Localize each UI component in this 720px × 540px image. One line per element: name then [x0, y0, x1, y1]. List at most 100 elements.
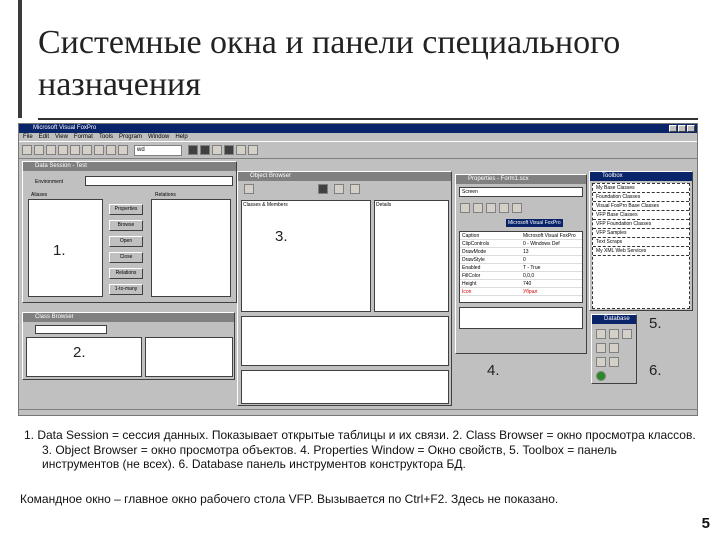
open-icon[interactable]: [34, 145, 44, 155]
standard-toolbar: wd: [19, 141, 697, 159]
form-icon[interactable]: [212, 145, 222, 155]
view-window-icon[interactable]: [200, 145, 210, 155]
toolbox-item[interactable]: VFP Foundation Classes: [593, 220, 689, 229]
property-grid[interactable]: Caption Microsoft Visual FoxPro ClipContr…: [459, 231, 583, 303]
toolbox-item[interactable]: My XML Web Services: [593, 247, 689, 256]
other-tab-icon[interactable]: [512, 203, 522, 213]
ob-classes-pane[interactable]: [241, 200, 371, 312]
close-table-button[interactable]: Close: [109, 252, 143, 263]
toolbox-item[interactable]: My Base Classes: [593, 184, 689, 193]
relations-list[interactable]: [151, 199, 231, 297]
ob-back-icon[interactable]: [318, 184, 328, 194]
object-combo[interactable]: Screen: [459, 187, 583, 197]
property-row[interactable]: Enabled T - True: [460, 264, 582, 272]
property-row[interactable]: DrawStyle 0: [460, 256, 582, 264]
toolbox-title: Toolbox: [590, 172, 692, 181]
menu-file[interactable]: File: [23, 133, 33, 141]
property-row[interactable]: Icon Убрал: [460, 288, 582, 296]
project-icon[interactable]: [224, 145, 234, 155]
session-combo[interactable]: [85, 176, 233, 186]
ob-status-pane[interactable]: [241, 370, 449, 404]
edit-procedures-icon[interactable]: [609, 357, 619, 367]
menu-view[interactable]: View: [55, 133, 68, 141]
menu-help[interactable]: Help: [175, 133, 187, 141]
toolbox-item[interactable]: VFP Base Classes: [593, 211, 689, 220]
print-icon[interactable]: [58, 145, 68, 155]
callout-3: 3.: [275, 228, 288, 245]
ob-forward-icon[interactable]: [334, 184, 344, 194]
menu-tools[interactable]: Tools: [99, 133, 113, 141]
minimize-button[interactable]: [669, 125, 677, 132]
property-row[interactable]: DrawMode 13: [460, 248, 582, 256]
app-titlebar: Microsoft Visual FoxPro: [19, 124, 697, 133]
object-browser-title: Object Browser: [238, 172, 451, 181]
title-accent-bar: [18, 0, 22, 118]
property-row[interactable]: Caption Microsoft Visual FoxPro: [460, 232, 582, 240]
callout-1: 1.: [53, 242, 66, 259]
new-view-icon[interactable]: [596, 343, 606, 353]
toolbox-item[interactable]: VFP Samples: [593, 229, 689, 238]
open-button[interactable]: Open: [109, 236, 143, 247]
page-number: 5: [701, 515, 710, 532]
new-icon[interactable]: [22, 145, 32, 155]
alias-label: Aliases: [31, 192, 48, 198]
ob-open-icon[interactable]: [244, 184, 254, 194]
slide-title: Системные окна и панели специального наз…: [38, 24, 621, 103]
ob-find-icon[interactable]: [350, 184, 360, 194]
toolbar-combo[interactable]: wd: [134, 144, 182, 156]
property-row[interactable]: FillColor 0,0,0: [460, 272, 582, 280]
all-tab-icon[interactable]: [460, 203, 470, 213]
ob-details-pane[interactable]: [374, 200, 449, 312]
toolbox-item[interactable]: Visual FoxPro Base Classes: [593, 202, 689, 211]
database-icon[interactable]: [236, 145, 246, 155]
browse-button[interactable]: Browse: [109, 220, 143, 231]
help-icon[interactable]: [248, 145, 258, 155]
browse-table-icon[interactable]: [596, 357, 606, 367]
modify-table-icon[interactable]: [609, 343, 619, 353]
menu-edit[interactable]: Edit: [39, 133, 49, 141]
menu-program[interactable]: Program: [119, 133, 142, 141]
save-icon[interactable]: [46, 145, 56, 155]
class-browser-combo[interactable]: [35, 325, 107, 334]
cut-icon[interactable]: [70, 145, 80, 155]
one-to-many-button[interactable]: 1-to-many: [109, 284, 143, 295]
toolbox-window: Toolbox My Base Classes Foundation Class…: [589, 171, 693, 311]
properties-window: Properties - Form1.scx Screen Microsoft …: [455, 174, 587, 354]
undo-icon[interactable]: [106, 145, 116, 155]
copy-icon[interactable]: [82, 145, 92, 155]
title-underline: [38, 118, 698, 120]
property-row[interactable]: Height 740: [460, 280, 582, 288]
command-window-icon[interactable]: [188, 145, 198, 155]
toolbox-item[interactable]: Foundation Classes: [593, 193, 689, 202]
slide-caption-command-window: Командное окно – главное окно рабочего с…: [20, 492, 559, 506]
ob-classes-header: Classes & Members: [243, 202, 288, 208]
ob-details-header: Details: [376, 202, 392, 208]
toolbox-item[interactable]: Text Scraps: [593, 238, 689, 247]
data-tab-icon[interactable]: [473, 203, 483, 213]
new-table-icon[interactable]: [596, 329, 606, 339]
remove-table-icon[interactable]: [622, 329, 632, 339]
properties-button[interactable]: Properties: [109, 204, 143, 215]
class-members-pane[interactable]: [145, 337, 233, 377]
menu-window[interactable]: Window: [148, 133, 169, 141]
data-session-window: Data Session - Test Environment Aliases …: [22, 161, 237, 303]
close-button[interactable]: [687, 125, 695, 132]
layout-tab-icon[interactable]: [499, 203, 509, 213]
callout-2: 2.: [73, 344, 86, 361]
run-icon[interactable]: [118, 145, 128, 155]
menu-format[interactable]: Format: [74, 133, 93, 141]
maximize-button[interactable]: [678, 125, 686, 132]
database-toolbar-title: Database: [592, 315, 636, 324]
property-value-editor[interactable]: Microsoft Visual FoxPro: [506, 219, 563, 227]
connections-icon[interactable]: [596, 371, 606, 381]
paste-icon[interactable]: [94, 145, 104, 155]
property-row[interactable]: ClipControls 0 - Windows Def: [460, 240, 582, 248]
data-session-title: Data Session - Test: [23, 162, 236, 171]
status-bar: [19, 409, 697, 415]
relations-label: Relations: [155, 192, 176, 198]
ob-description-pane[interactable]: [241, 316, 449, 366]
add-table-icon[interactable]: [609, 329, 619, 339]
methods-tab-icon[interactable]: [486, 203, 496, 213]
relations-button[interactable]: Relations: [109, 268, 143, 279]
toolbox-list[interactable]: My Base Classes Foundation Classes Visua…: [592, 183, 690, 309]
